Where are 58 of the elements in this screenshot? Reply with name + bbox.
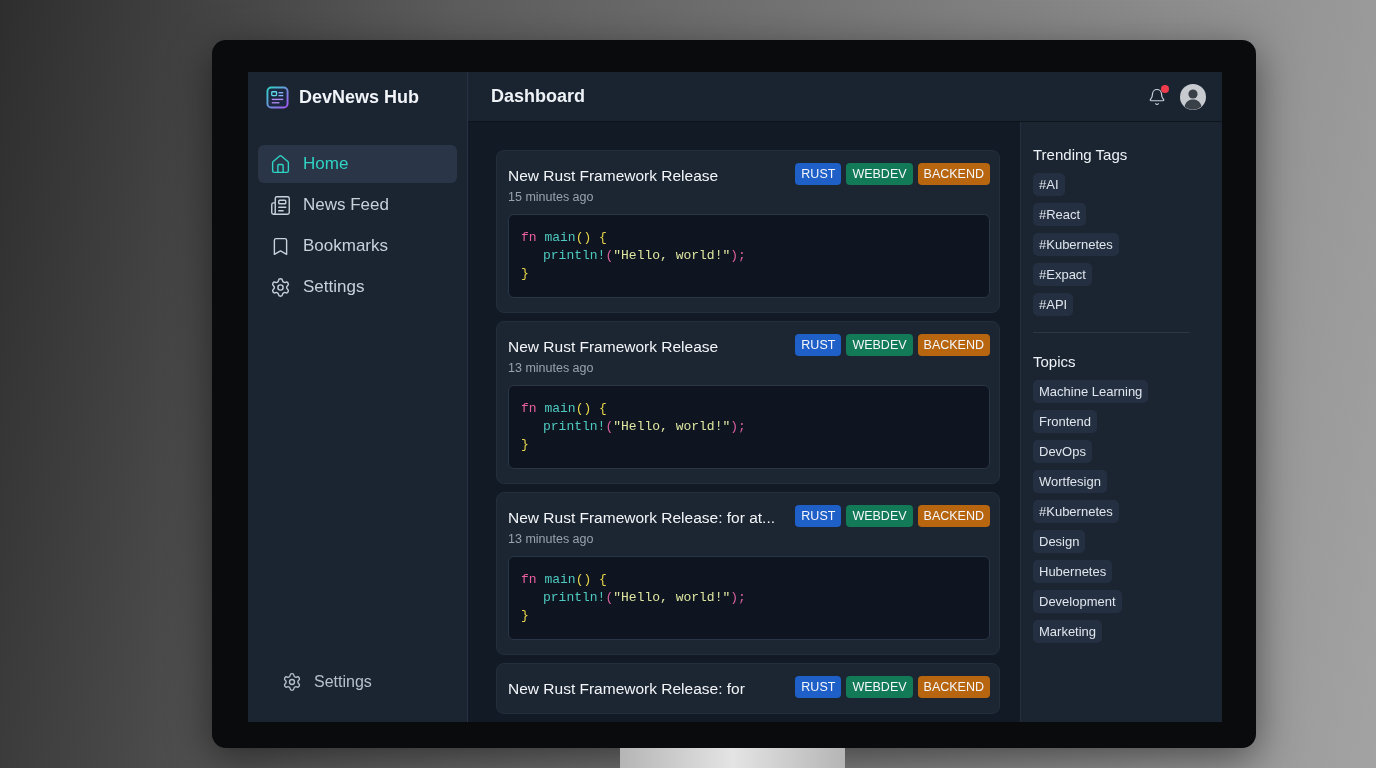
gear-icon: [282, 672, 302, 692]
tag-badge[interactable]: BACKEND: [917, 505, 990, 527]
topic-chip[interactable]: Frontend: [1033, 410, 1098, 433]
code-line: println!("Hello, world!");: [542, 589, 747, 607]
tag-chip[interactable]: #AI: [1033, 173, 1065, 196]
topic-chip[interactable]: Development: [1033, 590, 1122, 613]
tag-badge[interactable]: WEBDEV: [846, 334, 913, 356]
article-title: New Rust Framework Release: for: [508, 679, 745, 699]
nav-item[interactable]: Home: [258, 145, 457, 183]
settings-link[interactable]: Settings: [258, 668, 457, 696]
code-line: fn main() {: [521, 400, 608, 418]
topic-chip[interactable]: #Kubernetes: [1033, 500, 1119, 523]
brand-name: DevNews Hub: [299, 86, 420, 108]
code-line: }: [521, 436, 530, 454]
tag-badge[interactable]: BACKEND: [917, 163, 990, 185]
tag-badge[interactable]: BACKEND: [917, 334, 990, 356]
tag-badge[interactable]: BACKEND: [917, 676, 990, 698]
section-title: Trending Tags: [1033, 146, 1129, 163]
tag-badge[interactable]: WEBDEV: [846, 163, 913, 185]
avatar-icon[interactable]: [1180, 83, 1206, 110]
code-line: println!("Hello, world!");: [542, 247, 747, 265]
tag-chip[interactable]: #Expact: [1033, 263, 1092, 286]
nav-item[interactable]: Bookmarks: [258, 227, 457, 265]
section-title: Topics: [1033, 353, 1077, 370]
code-line: }: [521, 607, 530, 625]
house-icon: [270, 153, 291, 175]
logo-icon: [266, 85, 289, 109]
nav-item[interactable]: News Feed: [258, 186, 457, 224]
tag-chip[interactable]: #React: [1033, 203, 1087, 226]
topic-chip[interactable]: Marketing: [1033, 620, 1103, 643]
bell-icon[interactable]: [1148, 87, 1166, 106]
article-title: New Rust Framework Release: [508, 166, 719, 186]
tag-chip[interactable]: #Kubernetes: [1033, 233, 1119, 256]
code-line: fn main() {: [521, 229, 608, 247]
timestamp: 13 minutes ago: [508, 532, 595, 546]
code-line: fn main() {: [521, 571, 608, 589]
newspaper-icon: [270, 194, 291, 216]
tag-badge[interactable]: RUST: [795, 505, 842, 527]
code-line: println!("Hello, world!");: [542, 418, 747, 436]
tag-badge[interactable]: WEBDEV: [846, 505, 913, 527]
article-title: New Rust Framework Release: for at...: [508, 508, 776, 528]
nav-item[interactable]: Settings: [258, 268, 457, 306]
topic-chip[interactable]: Design: [1033, 530, 1086, 553]
timestamp: 15 minutes ago: [508, 190, 595, 204]
topic-chip[interactable]: Hubernetes: [1033, 560, 1113, 583]
code-line: }: [521, 265, 530, 283]
tag-badge[interactable]: RUST: [795, 163, 842, 185]
tag-badge[interactable]: RUST: [795, 676, 842, 698]
tag-badge[interactable]: RUST: [795, 334, 842, 356]
tag-chip[interactable]: #API: [1033, 293, 1074, 316]
topic-chip[interactable]: Machine Learning: [1033, 380, 1149, 403]
timestamp: 13 minutes ago: [508, 361, 595, 375]
page-title: Dashboard: [491, 86, 586, 107]
gear-icon: [270, 276, 291, 298]
topic-chip[interactable]: Wortfesign: [1033, 470, 1107, 493]
topic-chip[interactable]: DevOps: [1033, 440, 1092, 463]
article-title: New Rust Framework Release: [508, 337, 719, 357]
tag-badge[interactable]: WEBDEV: [846, 676, 913, 698]
